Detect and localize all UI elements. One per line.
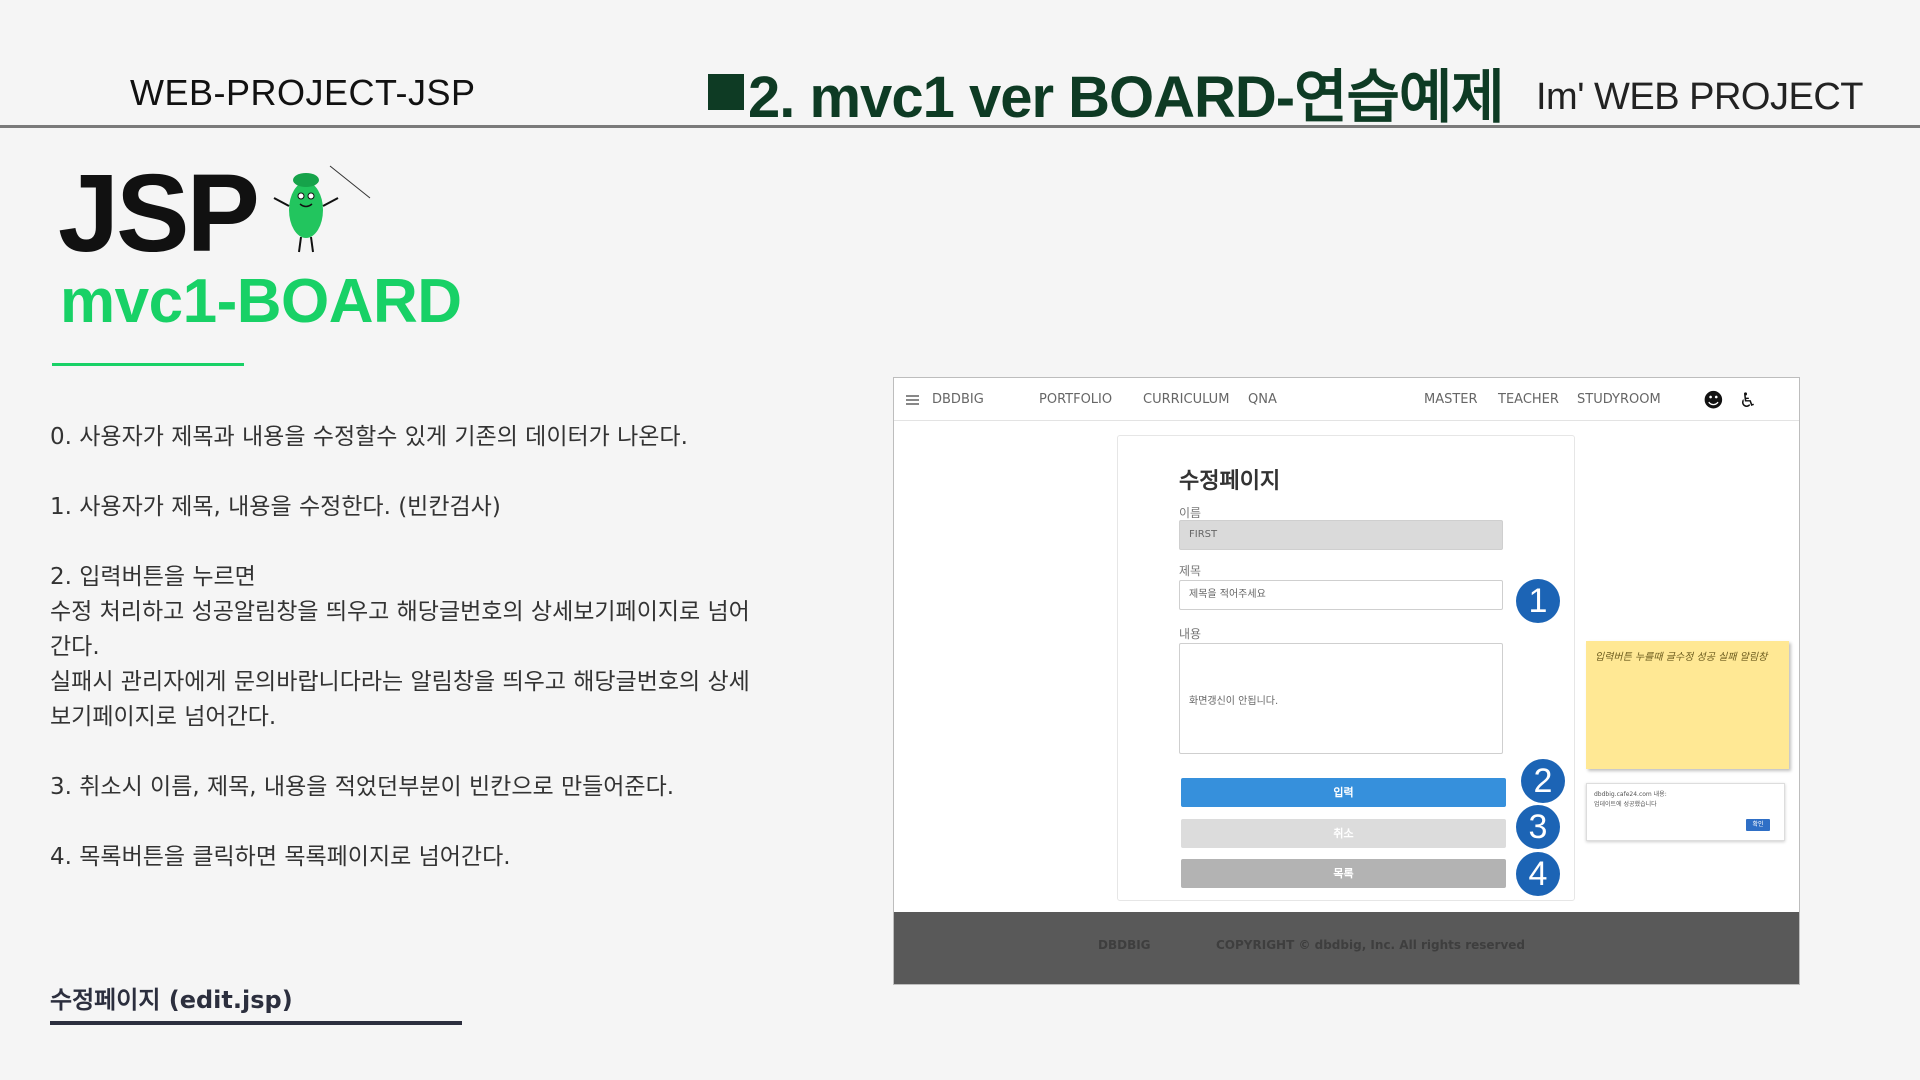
step-1: 1. 사용자가 제목, 내용을 수정한다. (빈칸검사) [50,494,501,520]
step-0: 0. 사용자가 제목과 내용을 수정할수 있게 기존의 데이터가 나온다. [50,424,688,450]
nav-item-curriculum[interactable]: CURRICULUM [1143,392,1229,407]
page-caption: 수정페이지 (edit.jsp) [50,986,293,1014]
slide-title: 2. mvc1 ver BOARD-연습예제 [708,50,1505,134]
marker-2: 2 [1521,759,1565,803]
step-3: 3. 취소시 이름, 제목, 내용을 적었던부분이 빈칸으로 만들어준다. [50,774,675,800]
project-label: WEB-PROJECT-JSP [130,72,476,113]
site-footer: DBDBIG COPYRIGHT © dbdbig, Inc. All righ… [894,912,1799,984]
nav-item-portfolio[interactable]: PORTFOLIO [1039,392,1112,407]
step-2: 2. 입력버튼을 누르면 수정 처리하고 성공알림창을 띄우고 해당글번호의 상… [50,564,750,730]
nav-brand[interactable]: DBDBIG [932,392,984,407]
mascot-icon [273,165,371,253]
form-title: 수정페이지 [1179,469,1281,494]
menu-icon[interactable] [906,395,919,405]
content-textarea[interactable]: 화면갱신이 안됩니다. [1179,643,1503,754]
marker-4: 4 [1516,852,1560,896]
square-bullet-icon [708,74,744,110]
nav-item-teacher[interactable]: TEACHER [1498,392,1559,407]
alert-line-2: 업데이트에 성공했습니다 [1594,801,1657,808]
subject-input[interactable]: 제목을 적어주세요 [1179,580,1503,610]
cancel-button[interactable]: 취소 [1181,819,1506,848]
nav-item-qna[interactable]: QNA [1248,392,1277,407]
list-button[interactable]: 목록 [1181,859,1506,888]
alert-dialog: dbdbig.cafe24.com 내용: 업데이트에 성공했습니다 확인 [1586,783,1785,841]
project-brand: Im' WEB PROJECT [1536,76,1864,118]
name-label: 이름 [1179,506,1202,520]
accessibility-icon[interactable]: ♿ [1739,388,1757,412]
step-4: 4. 목록버튼을 클릭하면 목록페이지로 넘어간다. [50,844,511,870]
alert-ok-button[interactable]: 확인 [1746,819,1770,831]
footer-copyright: COPYRIGHT © dbdbig, Inc. All rights rese… [1216,938,1526,952]
edit-form-card: 수정페이지 이름 FIRST 제목 제목을 적어주세요 내용 화면갱신이 안됩니… [1117,435,1575,901]
slide-title-text: 2. mvc1 ver BOARD-연습예제 [748,65,1505,130]
face-icon[interactable]: ☻ [1703,388,1724,412]
content-label: 내용 [1179,627,1202,641]
subtitle-underline [52,363,244,366]
nav-item-master[interactable]: MASTER [1424,392,1478,407]
edit-page-screenshot: DBDBIG PORTFOLIO CURRICULUM QNA MASTER T… [893,377,1800,985]
subject-label: 제목 [1179,564,1202,578]
marker-1: 1 [1516,579,1560,623]
header-divider [0,125,1920,128]
board-subtitle: mvc1-BOARD [60,267,462,336]
jsp-logo-text: JSP [58,152,260,275]
sticky-note: 입력버튼 누를때 글수정 성공 실패 알림창 [1586,641,1789,769]
description-list: 0. 사용자가 제목과 내용을 수정할수 있게 기존의 데이터가 나온다. 1.… [50,420,750,910]
caption-underline [50,1021,462,1025]
nav-item-studyroom[interactable]: STUDYROOM [1577,392,1661,407]
name-field: FIRST [1179,520,1503,550]
alert-line-1: dbdbig.cafe24.com 내용: [1594,791,1667,798]
submit-button[interactable]: 입력 [1181,778,1506,807]
marker-3: 3 [1516,805,1560,849]
top-nav: DBDBIG PORTFOLIO CURRICULUM QNA MASTER T… [894,378,1799,421]
footer-brand: DBDBIG [1098,938,1151,952]
